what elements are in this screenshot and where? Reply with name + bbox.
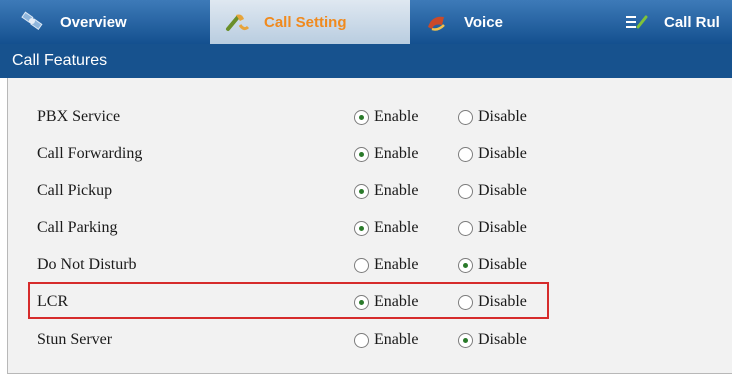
satellite-icon bbox=[21, 11, 43, 31]
feature-row-call-parking: Call Parking Enable Disable bbox=[8, 215, 732, 243]
feature-row-pbx-service: PBX Service Enable Disable bbox=[8, 104, 732, 132]
tab-voice[interactable]: Voice bbox=[410, 0, 610, 44]
do-not-disturb-disable-radio[interactable]: Disable bbox=[458, 256, 527, 274]
feature-row-call-forwarding: Call Forwarding Enable Disable bbox=[8, 141, 732, 169]
tab-overview-label: Overview bbox=[60, 13, 127, 31]
radio-label: Disable bbox=[478, 219, 527, 236]
radio-button[interactable] bbox=[458, 294, 473, 310]
feature-label: Call Parking bbox=[37, 219, 118, 236]
radio-button[interactable] bbox=[354, 257, 369, 273]
feature-row-call-pickup: Call Pickup Enable Disable bbox=[8, 178, 732, 206]
radio-button[interactable] bbox=[354, 146, 369, 162]
tab-call-rules[interactable]: Call Rul bbox=[610, 0, 732, 44]
radio-button[interactable] bbox=[458, 257, 473, 273]
radio-label: Enable bbox=[374, 331, 419, 348]
tab-voice-label: Voice bbox=[464, 13, 503, 31]
tab-call-setting[interactable]: Call Setting bbox=[210, 0, 410, 44]
radio-label: Disable bbox=[478, 293, 527, 310]
do-not-disturb-enable-radio[interactable]: Enable bbox=[354, 256, 418, 274]
radio-label: Enable bbox=[374, 293, 419, 310]
radio-button[interactable] bbox=[458, 220, 473, 236]
radio-label: Disable bbox=[478, 108, 527, 125]
call-pickup-disable-radio[interactable]: Disable bbox=[458, 182, 527, 200]
call-parking-enable-radio[interactable]: Enable bbox=[354, 219, 418, 237]
feature-label: Do Not Disturb bbox=[37, 256, 137, 273]
radio-button[interactable] bbox=[458, 146, 473, 162]
tab-overview[interactable]: Overview bbox=[0, 0, 210, 44]
call-features-panel: PBX Service Enable Disable Call Forwardi… bbox=[7, 78, 732, 374]
voice-speaker-icon bbox=[428, 16, 445, 31]
tab-bar: Overview Call Setting Voice Call Rul bbox=[0, 0, 732, 44]
radio-button[interactable] bbox=[354, 332, 369, 348]
radio-label: Enable bbox=[374, 108, 419, 125]
call-pickup-enable-radio[interactable]: Enable bbox=[354, 182, 418, 200]
radio-button[interactable] bbox=[354, 183, 369, 199]
feature-label: PBX Service bbox=[37, 108, 121, 125]
tab-call-setting-label: Call Setting bbox=[264, 13, 347, 31]
call-forwarding-enable-radio[interactable]: Enable bbox=[354, 145, 418, 163]
feature-label: LCR bbox=[37, 293, 69, 310]
radio-button[interactable] bbox=[354, 294, 369, 310]
radio-button[interactable] bbox=[458, 109, 473, 125]
feature-label: Call Forwarding bbox=[37, 145, 143, 162]
radio-button[interactable] bbox=[458, 332, 473, 348]
radio-label: Disable bbox=[478, 182, 527, 199]
stun-server-disable-radio[interactable]: Disable bbox=[458, 331, 527, 349]
lcr-disable-radio[interactable]: Disable bbox=[458, 293, 527, 311]
radio-label: Disable bbox=[478, 145, 527, 162]
call-parking-disable-radio[interactable]: Disable bbox=[458, 219, 527, 237]
section-header: Call Features bbox=[0, 44, 732, 78]
radio-label: Disable bbox=[478, 331, 527, 348]
radio-label: Enable bbox=[374, 256, 419, 273]
feature-row-lcr: LCR Enable Disable bbox=[8, 289, 732, 317]
radio-label: Enable bbox=[374, 219, 419, 236]
radio-label: Disable bbox=[478, 256, 527, 273]
pbx-service-disable-radio[interactable]: Disable bbox=[458, 108, 527, 126]
radio-button[interactable] bbox=[458, 183, 473, 199]
feature-row-stun-server: Stun Server Enable Disable bbox=[8, 327, 732, 355]
call-rules-icon bbox=[626, 15, 648, 29]
radio-button[interactable] bbox=[354, 220, 369, 236]
feature-label: Stun Server bbox=[37, 331, 113, 348]
call-forwarding-disable-radio[interactable]: Disable bbox=[458, 145, 527, 163]
lcr-enable-radio[interactable]: Enable bbox=[354, 293, 418, 311]
radio-label: Enable bbox=[374, 145, 419, 162]
section-title: Call Features bbox=[12, 52, 108, 69]
feature-label: Call Pickup bbox=[37, 182, 113, 199]
radio-label: Enable bbox=[374, 182, 419, 199]
pbx-service-enable-radio[interactable]: Enable bbox=[354, 108, 418, 126]
stun-server-enable-radio[interactable]: Enable bbox=[354, 331, 418, 349]
tab-call-rules-label: Call Rul bbox=[664, 13, 720, 31]
radio-button[interactable] bbox=[354, 109, 369, 125]
phone-wrench-icon bbox=[226, 14, 250, 31]
feature-row-do-not-disturb: Do Not Disturb Enable Disable bbox=[8, 252, 732, 280]
